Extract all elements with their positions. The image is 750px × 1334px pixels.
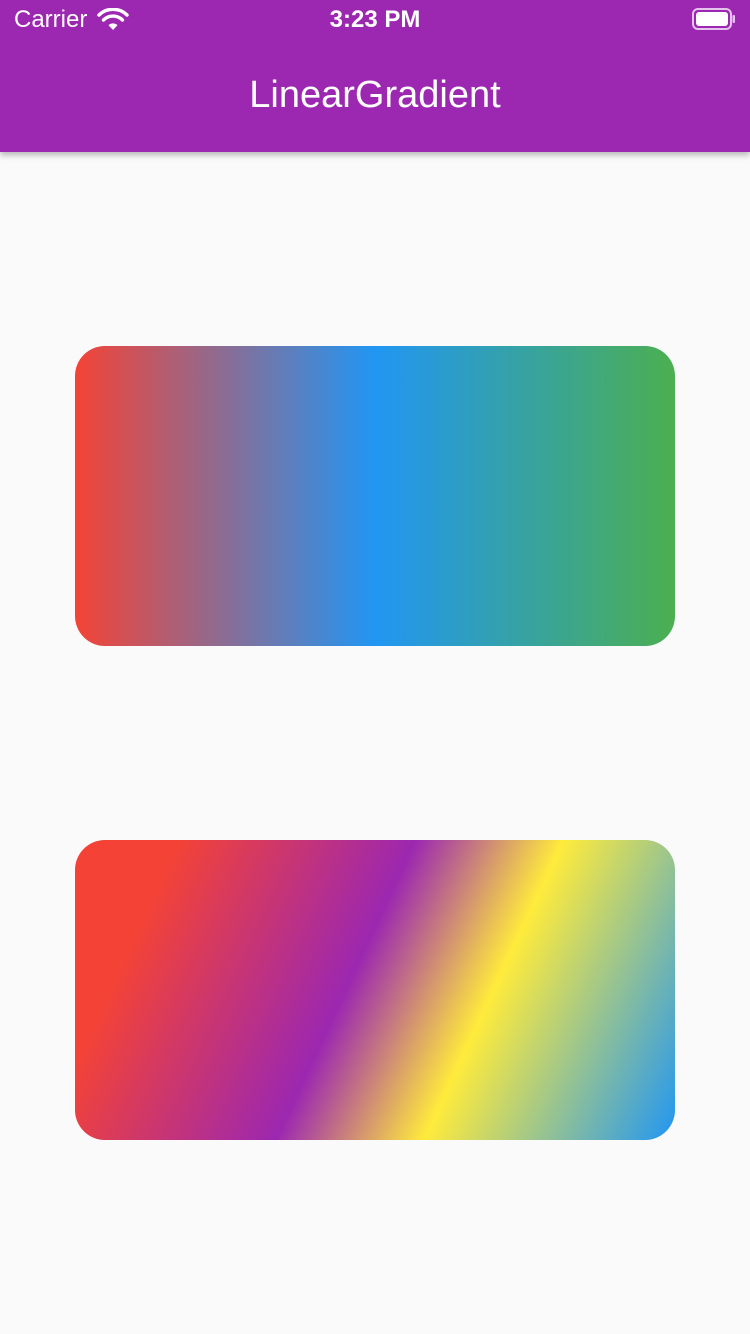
diagonal-gradient-card	[75, 840, 675, 1140]
horizontal-gradient-card	[75, 346, 675, 646]
status-bar: Carrier 3:23 PM	[0, 0, 750, 40]
app-bar: Carrier 3:23 PM LinearGradient	[0, 0, 750, 152]
page-title: LinearGradient	[249, 74, 501, 116]
battery-icon	[692, 8, 735, 30]
status-time: 3:23 PM	[329, 6, 421, 33]
